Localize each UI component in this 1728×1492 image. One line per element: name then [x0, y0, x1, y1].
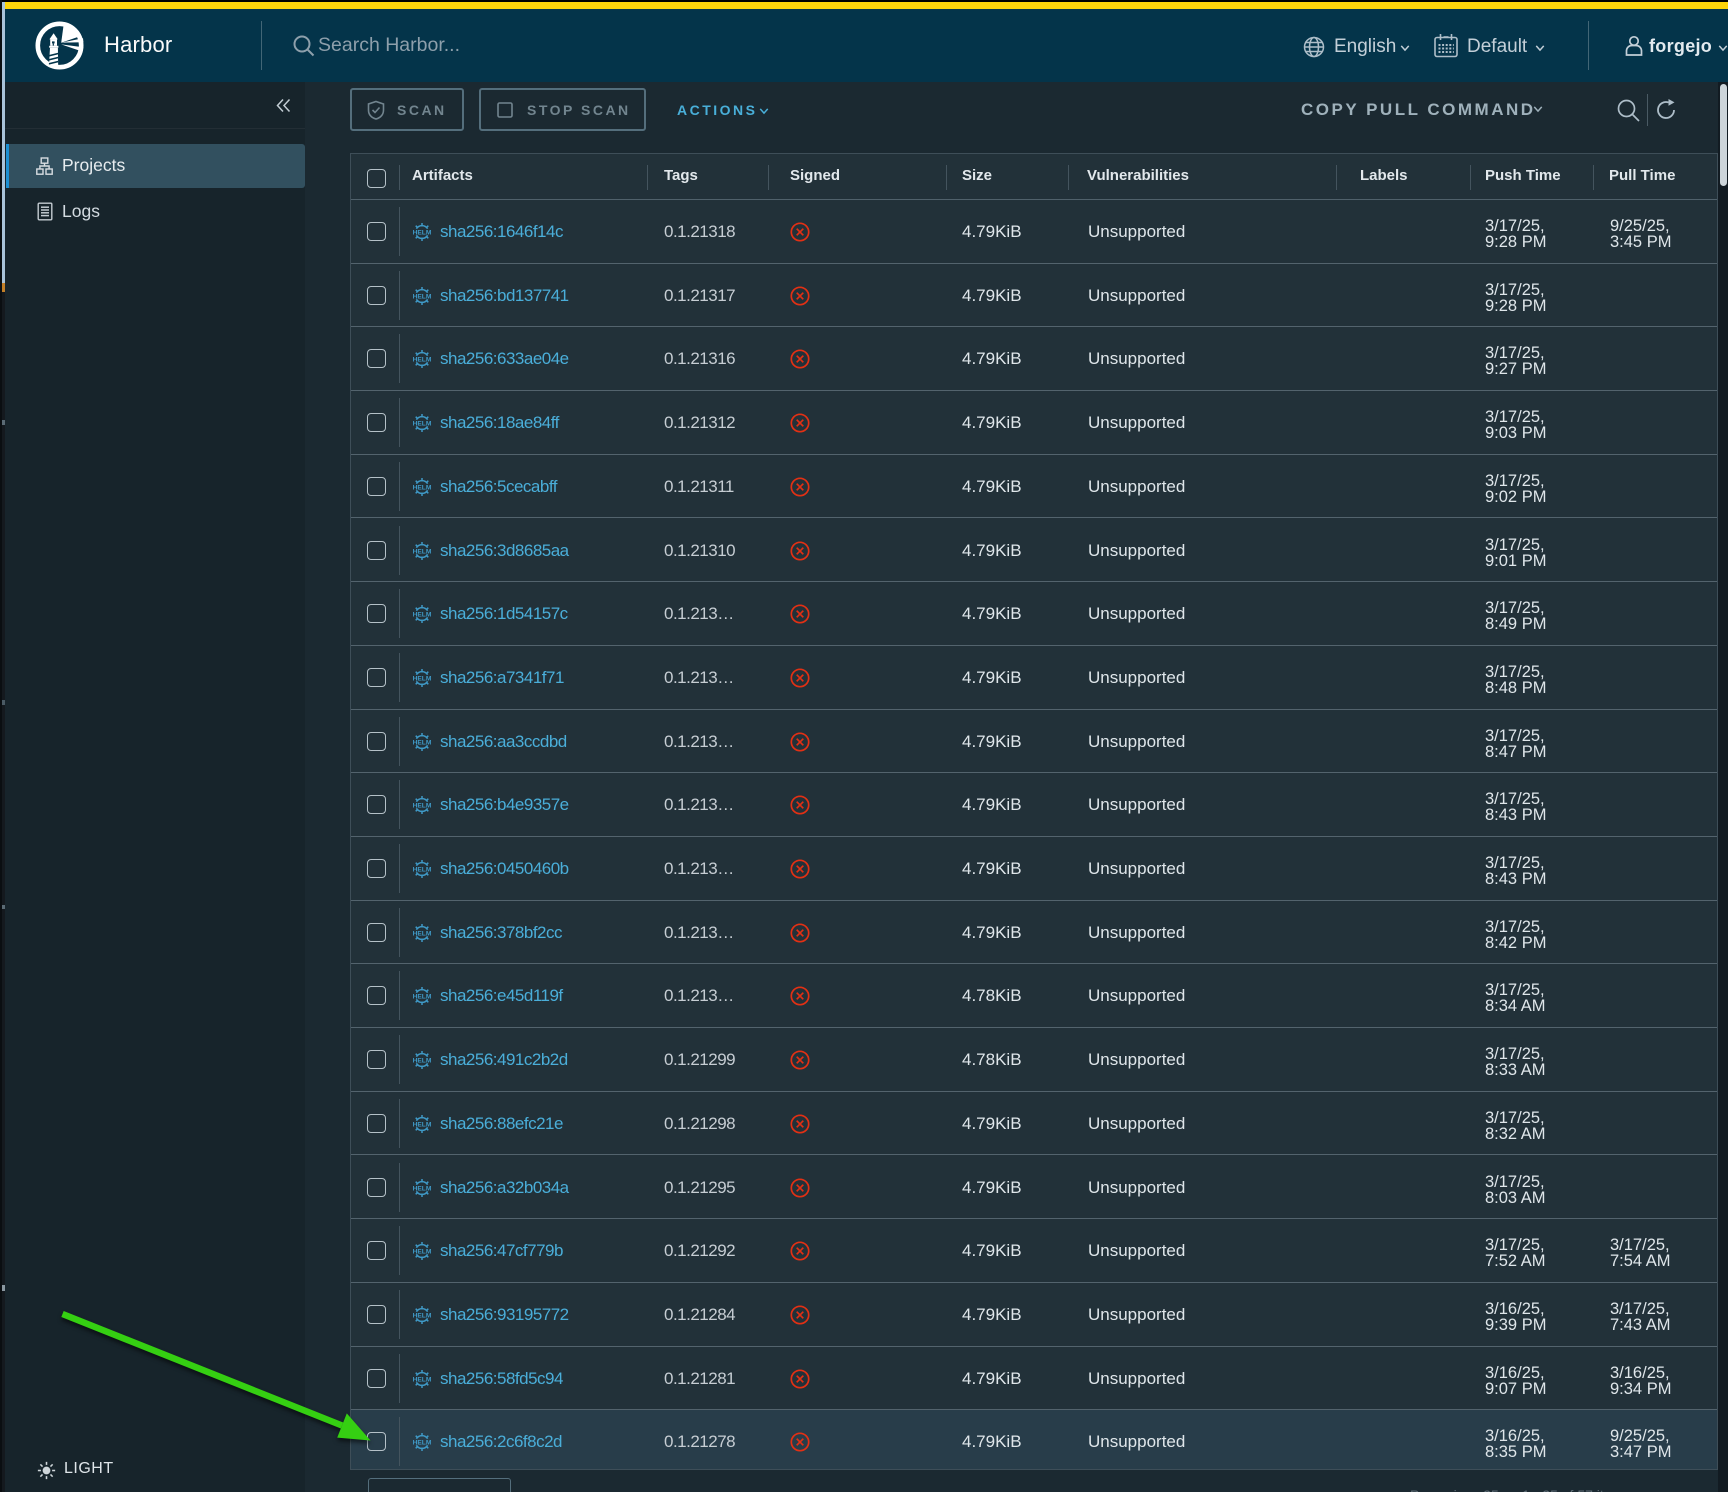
svg-text:HELM: HELM	[413, 675, 432, 682]
svg-text:HELM: HELM	[413, 1440, 432, 1447]
svg-text:HELM: HELM	[413, 866, 432, 873]
svg-text:HELM: HELM	[413, 548, 432, 555]
svg-text:HELM: HELM	[413, 1312, 432, 1319]
svg-text:HELM: HELM	[413, 1249, 432, 1256]
svg-text:HELM: HELM	[413, 994, 432, 1001]
svg-text:HELM: HELM	[413, 612, 432, 619]
svg-text:HELM: HELM	[413, 1121, 432, 1128]
svg-text:HELM: HELM	[413, 420, 432, 427]
svg-text:HELM: HELM	[413, 1185, 432, 1192]
svg-text:HELM: HELM	[413, 803, 432, 810]
svg-text:HELM: HELM	[413, 1057, 432, 1064]
svg-text:HELM: HELM	[413, 739, 432, 746]
svg-text:HELM: HELM	[413, 930, 432, 937]
svg-text:HELM: HELM	[413, 293, 432, 300]
svg-text:HELM: HELM	[413, 1376, 432, 1383]
svg-text:HELM: HELM	[413, 229, 432, 236]
svg-text:HELM: HELM	[413, 357, 432, 364]
svg-text:HELM: HELM	[413, 484, 432, 491]
